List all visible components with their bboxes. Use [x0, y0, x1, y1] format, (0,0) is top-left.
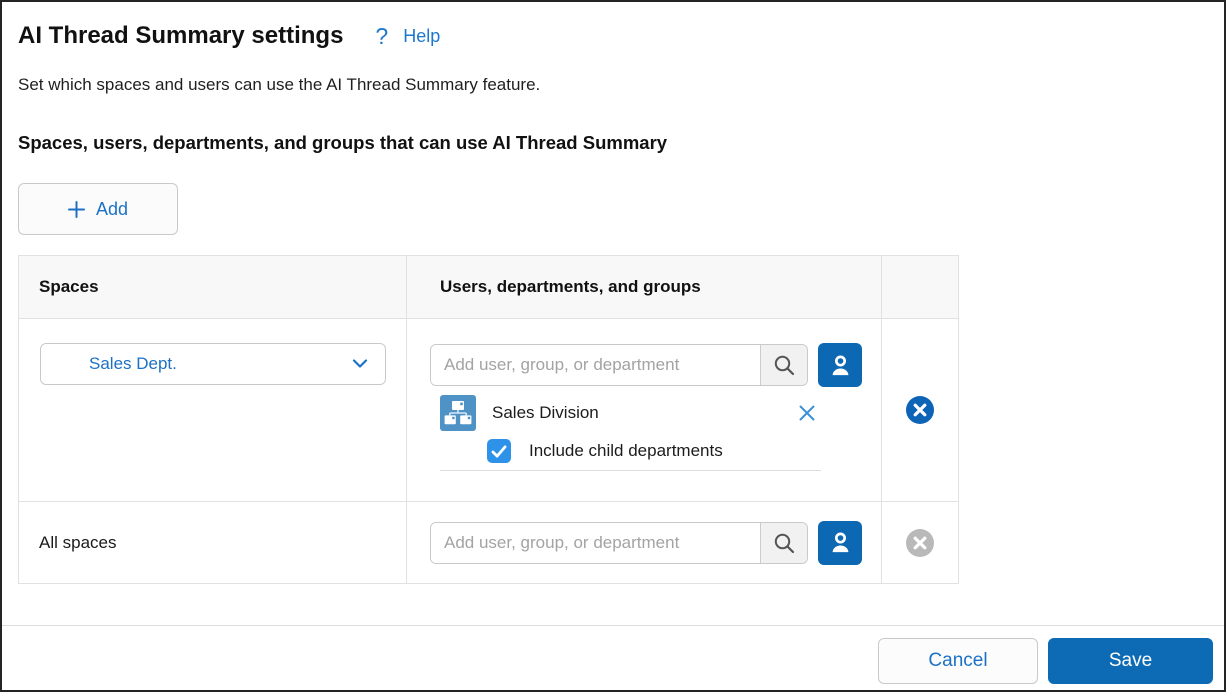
footer-action-bar: Cancel Save	[2, 625, 1224, 690]
space-selector-dropdown[interactable]: Sales Dept.	[40, 343, 386, 385]
user-search-group	[430, 522, 808, 564]
plus-icon	[68, 201, 85, 218]
table-header-spaces: Spaces	[19, 256, 406, 318]
user-search-row	[430, 521, 862, 565]
save-button[interactable]: Save	[1048, 638, 1213, 684]
close-icon	[796, 402, 818, 424]
user-search-group	[430, 344, 808, 386]
table-row: Sales Dept.	[19, 318, 958, 501]
include-child-label: Include child departments	[529, 441, 723, 461]
select-user-button[interactable]	[818, 343, 862, 387]
row-separator	[440, 470, 821, 471]
search-icon	[772, 353, 796, 377]
search-icon	[772, 531, 796, 555]
person-icon	[827, 352, 854, 379]
page-description: Set which spaces and users can use the A…	[18, 75, 1224, 95]
search-button[interactable]	[760, 345, 807, 385]
circle-x-icon	[906, 396, 934, 424]
section-heading: Spaces, users, departments, and groups t…	[18, 132, 1224, 154]
add-button-label: Add	[96, 199, 128, 220]
add-button[interactable]: Add	[18, 183, 178, 235]
person-icon	[827, 529, 854, 556]
selected-department-item: Sales Division	[440, 395, 820, 431]
page-title: AI Thread Summary settings	[18, 22, 343, 50]
include-child-checkbox[interactable]	[487, 439, 511, 463]
help-link[interactable]: Help	[403, 26, 440, 47]
ai-thread-summary-settings-page: AI Thread Summary settings ? Help Set wh…	[0, 0, 1226, 692]
space-selector-value: Sales Dept.	[89, 354, 177, 374]
table-header-users: Users, departments, and groups	[406, 256, 882, 318]
help-link-group[interactable]: ? Help	[375, 25, 440, 48]
title-row: AI Thread Summary settings ? Help	[18, 22, 1224, 50]
user-search-row	[430, 343, 881, 387]
delete-row-button-disabled	[906, 529, 934, 557]
delete-row-button[interactable]	[906, 396, 934, 424]
user-search-input[interactable]	[431, 345, 760, 385]
question-mark-icon[interactable]: ?	[375, 25, 388, 48]
circle-x-icon-disabled	[906, 529, 934, 557]
table-header-actions	[882, 256, 958, 318]
remove-selected-button[interactable]	[794, 400, 820, 426]
user-search-input[interactable]	[431, 523, 760, 563]
permissions-table: Spaces Users, departments, and groups Sa…	[18, 255, 959, 584]
cancel-button[interactable]: Cancel	[878, 638, 1038, 684]
checkmark-icon	[491, 445, 507, 458]
table-header-row: Spaces Users, departments, and groups	[19, 256, 958, 318]
all-spaces-label: All spaces	[39, 533, 116, 553]
include-child-row: Include child departments	[487, 439, 881, 463]
table-row: All spaces	[19, 501, 958, 583]
chevron-down-icon	[352, 359, 368, 369]
department-icon	[440, 395, 476, 431]
select-user-button[interactable]	[818, 521, 862, 565]
selected-department-name: Sales Division	[492, 403, 794, 423]
search-button[interactable]	[760, 523, 807, 563]
